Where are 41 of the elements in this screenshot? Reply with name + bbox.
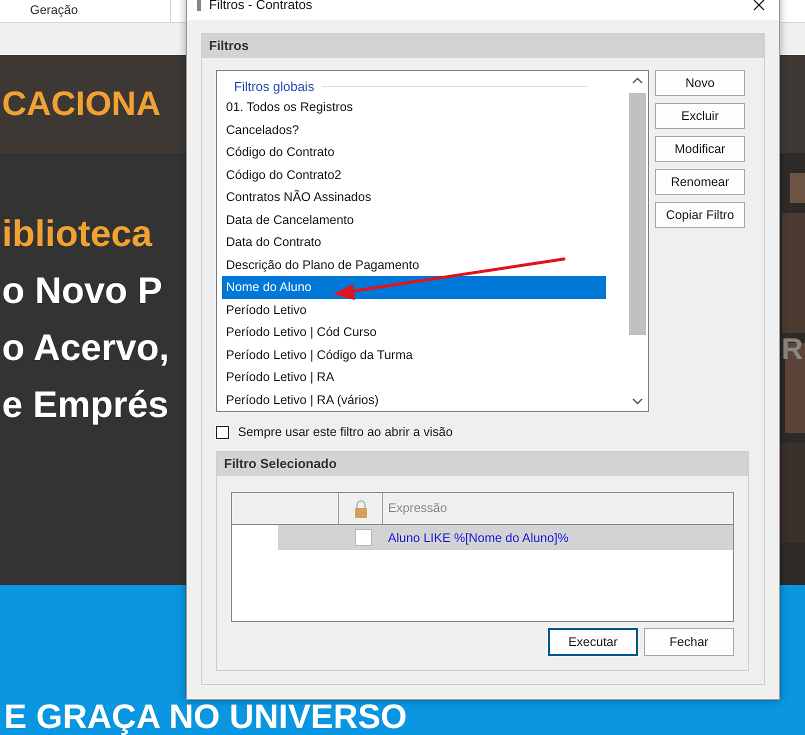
filter-item[interactable]: Código do Contrato — [222, 141, 606, 164]
grid-row[interactable]: Aluno LIKE %[Nome do Aluno]% — [278, 525, 733, 550]
filter-item[interactable]: Período Letivo | RA — [222, 366, 606, 388]
filter-item[interactable]: Período Letivo — [222, 298, 606, 321]
filter-item[interactable]: Data de Cancelamento — [222, 208, 606, 231]
lock-icon — [354, 498, 368, 518]
action-button[interactable]: Fechar — [644, 628, 734, 656]
filter-item[interactable]: Período Letivo | Código da Turma — [222, 344, 606, 366]
banner-title: CACIONA — [2, 84, 161, 124]
filter-button[interactable]: Renomear — [655, 169, 745, 195]
panel-header: Filtro Selecionado — [217, 452, 748, 476]
hero-text: o Novo P — [2, 269, 162, 313]
action-button[interactable]: Executar — [548, 628, 638, 656]
lock-checkbox[interactable] — [355, 529, 372, 546]
checkbox[interactable] — [216, 426, 229, 438]
group-header: Filtros globais — [234, 78, 314, 94]
filter-item[interactable]: Período Letivo | RA (vários) — [222, 388, 606, 411]
checkbox-label: Sempre usar este filtro ao abrir a visão — [238, 425, 453, 439]
filter-item[interactable]: Nome do Aluno — [222, 276, 606, 298]
window-icon — [197, 0, 201, 10]
hero-text: o Acervo, — [2, 326, 170, 370]
filter-item[interactable]: 01. Todos os Registros — [222, 96, 606, 118]
hero-text: e Emprés — [2, 383, 169, 427]
panel-header: Filtros — [202, 34, 764, 58]
filter-button[interactable]: Novo — [655, 70, 745, 96]
filter-item[interactable]: Contratos NÃO Assinados — [222, 186, 606, 208]
close-icon[interactable] — [753, 0, 765, 11]
filter-button[interactable]: Modificar — [655, 136, 745, 162]
hero-heading: iblioteca — [2, 212, 152, 256]
expression-text: Aluno LIKE %[Nome do Aluno]% — [387, 530, 569, 544]
filter-button[interactable]: Copiar Filtro — [655, 202, 745, 228]
tab[interactable]: Geração — [0, 0, 171, 22]
filter-item[interactable]: Cancelados? — [222, 118, 606, 141]
filter-item[interactable]: Data do Contrato — [222, 231, 606, 254]
hero-text: R — [781, 332, 803, 368]
filter-item[interactable]: Período Letivo | Cód Curso — [222, 321, 606, 344]
column-header: Expressão — [387, 500, 448, 517]
footer-title: E GRAÇA NO UNIVERSO — [4, 701, 408, 733]
filter-item[interactable]: Código do Contrato2 — [222, 164, 606, 186]
filter-item[interactable]: Descrição do Plano de Pagamento — [222, 254, 606, 276]
filter-button[interactable]: Excluir — [655, 103, 745, 129]
